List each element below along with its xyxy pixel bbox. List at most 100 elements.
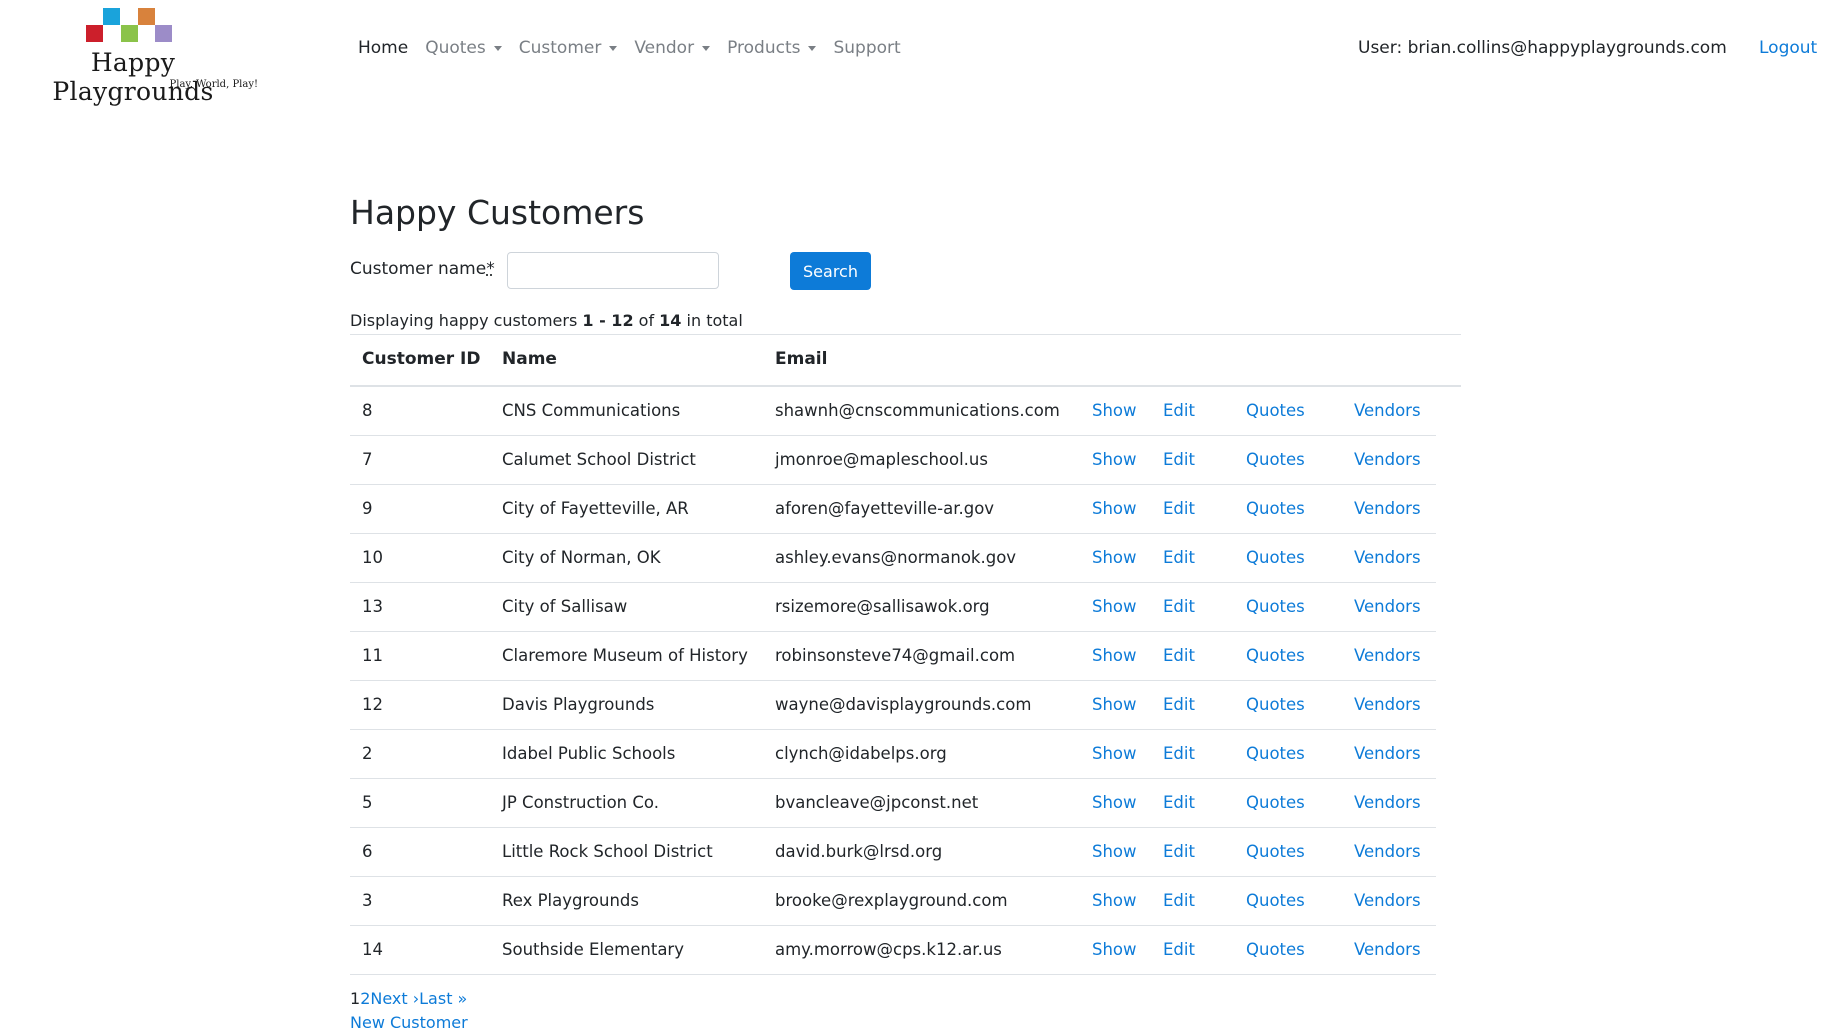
customer-id-cell: 8 <box>362 401 373 420</box>
customer-id-cell: 7 <box>362 450 373 469</box>
show-link[interactable]: Show <box>1092 891 1137 910</box>
customer-id-cell: 10 <box>362 548 383 567</box>
vendors-link[interactable]: Vendors <box>1354 597 1421 616</box>
show-link[interactable]: Show <box>1092 401 1137 420</box>
edit-link[interactable]: Edit <box>1163 744 1195 763</box>
vendors-link[interactable]: Vendors <box>1354 891 1421 910</box>
vendors-link[interactable]: Vendors <box>1354 695 1421 714</box>
page-2-link[interactable]: 2 <box>360 989 370 1008</box>
summary-total: 14 <box>659 311 682 330</box>
logo-square-red <box>86 25 103 42</box>
edit-link[interactable]: Edit <box>1163 891 1195 910</box>
show-link[interactable]: Show <box>1092 450 1137 469</box>
nav-vendor-label: Vendor <box>634 38 695 58</box>
quotes-link[interactable]: Quotes <box>1246 744 1305 763</box>
nav-products-dropdown[interactable]: Products <box>727 38 817 58</box>
edit-link[interactable]: Edit <box>1163 401 1195 420</box>
vendors-link[interactable]: Vendors <box>1354 842 1421 861</box>
table-header: Customer ID Name Email <box>350 334 1461 387</box>
new-customer-link[interactable]: New Customer <box>350 1013 468 1032</box>
nav-customer-dropdown[interactable]: Customer <box>519 38 618 58</box>
vendors-link[interactable]: Vendors <box>1354 401 1421 420</box>
customer-name-cell: City of Fayetteville, AR <box>502 499 689 518</box>
vendors-link[interactable]: Vendors <box>1354 744 1421 763</box>
show-link[interactable]: Show <box>1092 940 1137 959</box>
customer-name-cell: Davis Playgrounds <box>502 695 655 714</box>
brand-name: Happy Playgrounds <box>52 48 214 106</box>
nav-vendor-dropdown[interactable]: Vendor <box>634 38 711 58</box>
show-link[interactable]: Show <box>1092 597 1137 616</box>
edit-link[interactable]: Edit <box>1163 450 1195 469</box>
quotes-link[interactable]: Quotes <box>1246 450 1305 469</box>
show-link[interactable]: Show <box>1092 646 1137 665</box>
header-email: Email <box>775 349 828 369</box>
table-row: 3 Rex Playgrounds brooke@rexplayground.com… <box>350 877 1436 926</box>
quotes-link[interactable]: Quotes <box>1246 695 1305 714</box>
required-mark: * <box>486 259 495 279</box>
quotes-link[interactable]: Quotes <box>1246 401 1305 420</box>
edit-link[interactable]: Edit <box>1163 695 1195 714</box>
customer-id-cell: 9 <box>362 499 373 518</box>
edit-link[interactable]: Edit <box>1163 646 1195 665</box>
logout-link[interactable]: Logout <box>1759 38 1817 58</box>
nav-support[interactable]: Support <box>833 38 900 58</box>
vendors-link[interactable]: Vendors <box>1354 548 1421 567</box>
quotes-link[interactable]: Quotes <box>1246 548 1305 567</box>
quotes-link[interactable]: Quotes <box>1246 793 1305 812</box>
customer-email-cell: shawnh@cnscommunications.com <box>775 401 1060 420</box>
quotes-link[interactable]: Quotes <box>1246 891 1305 910</box>
quotes-link[interactable]: Quotes <box>1246 940 1305 959</box>
header-customer-id: Customer ID <box>362 349 481 369</box>
table-row: 10 City of Norman, OK ashley.evans@normano… <box>350 534 1436 583</box>
vendors-link[interactable]: Vendors <box>1354 646 1421 665</box>
vendors-link[interactable]: Vendors <box>1354 450 1421 469</box>
vendors-link[interactable]: Vendors <box>1354 793 1421 812</box>
customer-id-cell: 6 <box>362 842 373 861</box>
vendors-link[interactable]: Vendors <box>1354 499 1421 518</box>
customer-email-cell: wayne@davisplaygrounds.com <box>775 695 1032 714</box>
show-link[interactable]: Show <box>1092 842 1137 861</box>
summary-suffix: in total <box>681 311 743 330</box>
nav-home[interactable]: Home <box>358 38 408 58</box>
customer-name-cell: JP Construction Co. <box>502 793 659 812</box>
edit-link[interactable]: Edit <box>1163 793 1195 812</box>
edit-link[interactable]: Edit <box>1163 499 1195 518</box>
chevron-down-icon <box>808 45 817 51</box>
navbar: Happy Playgrounds Play, World, Play! Hom… <box>0 0 1826 106</box>
edit-link[interactable]: Edit <box>1163 597 1195 616</box>
quotes-link[interactable]: Quotes <box>1246 597 1305 616</box>
summary-of: of <box>633 311 660 330</box>
show-link[interactable]: Show <box>1092 499 1137 518</box>
customer-name-cell: Little Rock School District <box>502 842 713 861</box>
show-link[interactable]: Show <box>1092 744 1137 763</box>
show-link[interactable]: Show <box>1092 548 1137 567</box>
logo-square-orange <box>138 8 155 25</box>
show-link[interactable]: Show <box>1092 793 1137 812</box>
show-link[interactable]: Show <box>1092 695 1137 714</box>
customer-name-cell: City of Sallisaw <box>502 597 628 616</box>
nav-quotes-dropdown[interactable]: Quotes <box>425 38 502 58</box>
last-page-link[interactable]: Last » <box>419 989 467 1008</box>
vendors-link[interactable]: Vendors <box>1354 940 1421 959</box>
logo-square-green <box>121 25 138 42</box>
customer-name-cell: CNS Communications <box>502 401 681 420</box>
edit-link[interactable]: Edit <box>1163 842 1195 861</box>
table-row: 9 City of Fayetteville, AR aforen@fayettev… <box>350 485 1436 534</box>
quotes-link[interactable]: Quotes <box>1246 499 1305 518</box>
customer-email-cell: david.burk@lrsd.org <box>775 842 943 861</box>
table-row: 5 JP Construction Co. bvancleave@jpconst.n… <box>350 779 1436 828</box>
search-button[interactable]: Search <box>790 252 871 290</box>
next-page-link[interactable]: Next › <box>370 989 419 1008</box>
brand-logo[interactable]: Happy Playgrounds Play, World, Play! <box>8 8 258 106</box>
pagination: 12Next ›Last » <box>350 989 467 1008</box>
quotes-link[interactable]: Quotes <box>1246 842 1305 861</box>
customer-name-input[interactable] <box>507 252 719 289</box>
edit-link[interactable]: Edit <box>1163 940 1195 959</box>
summary-range: 1 - 12 <box>582 311 634 330</box>
page-current: 1 <box>350 989 361 1008</box>
current-user: User: brian.collins@happyplaygrounds.com <box>1358 38 1727 58</box>
chevron-down-icon <box>609 45 618 51</box>
table-row: 11 Claremore Museum of History robinsonste… <box>350 632 1436 681</box>
edit-link[interactable]: Edit <box>1163 548 1195 567</box>
quotes-link[interactable]: Quotes <box>1246 646 1305 665</box>
